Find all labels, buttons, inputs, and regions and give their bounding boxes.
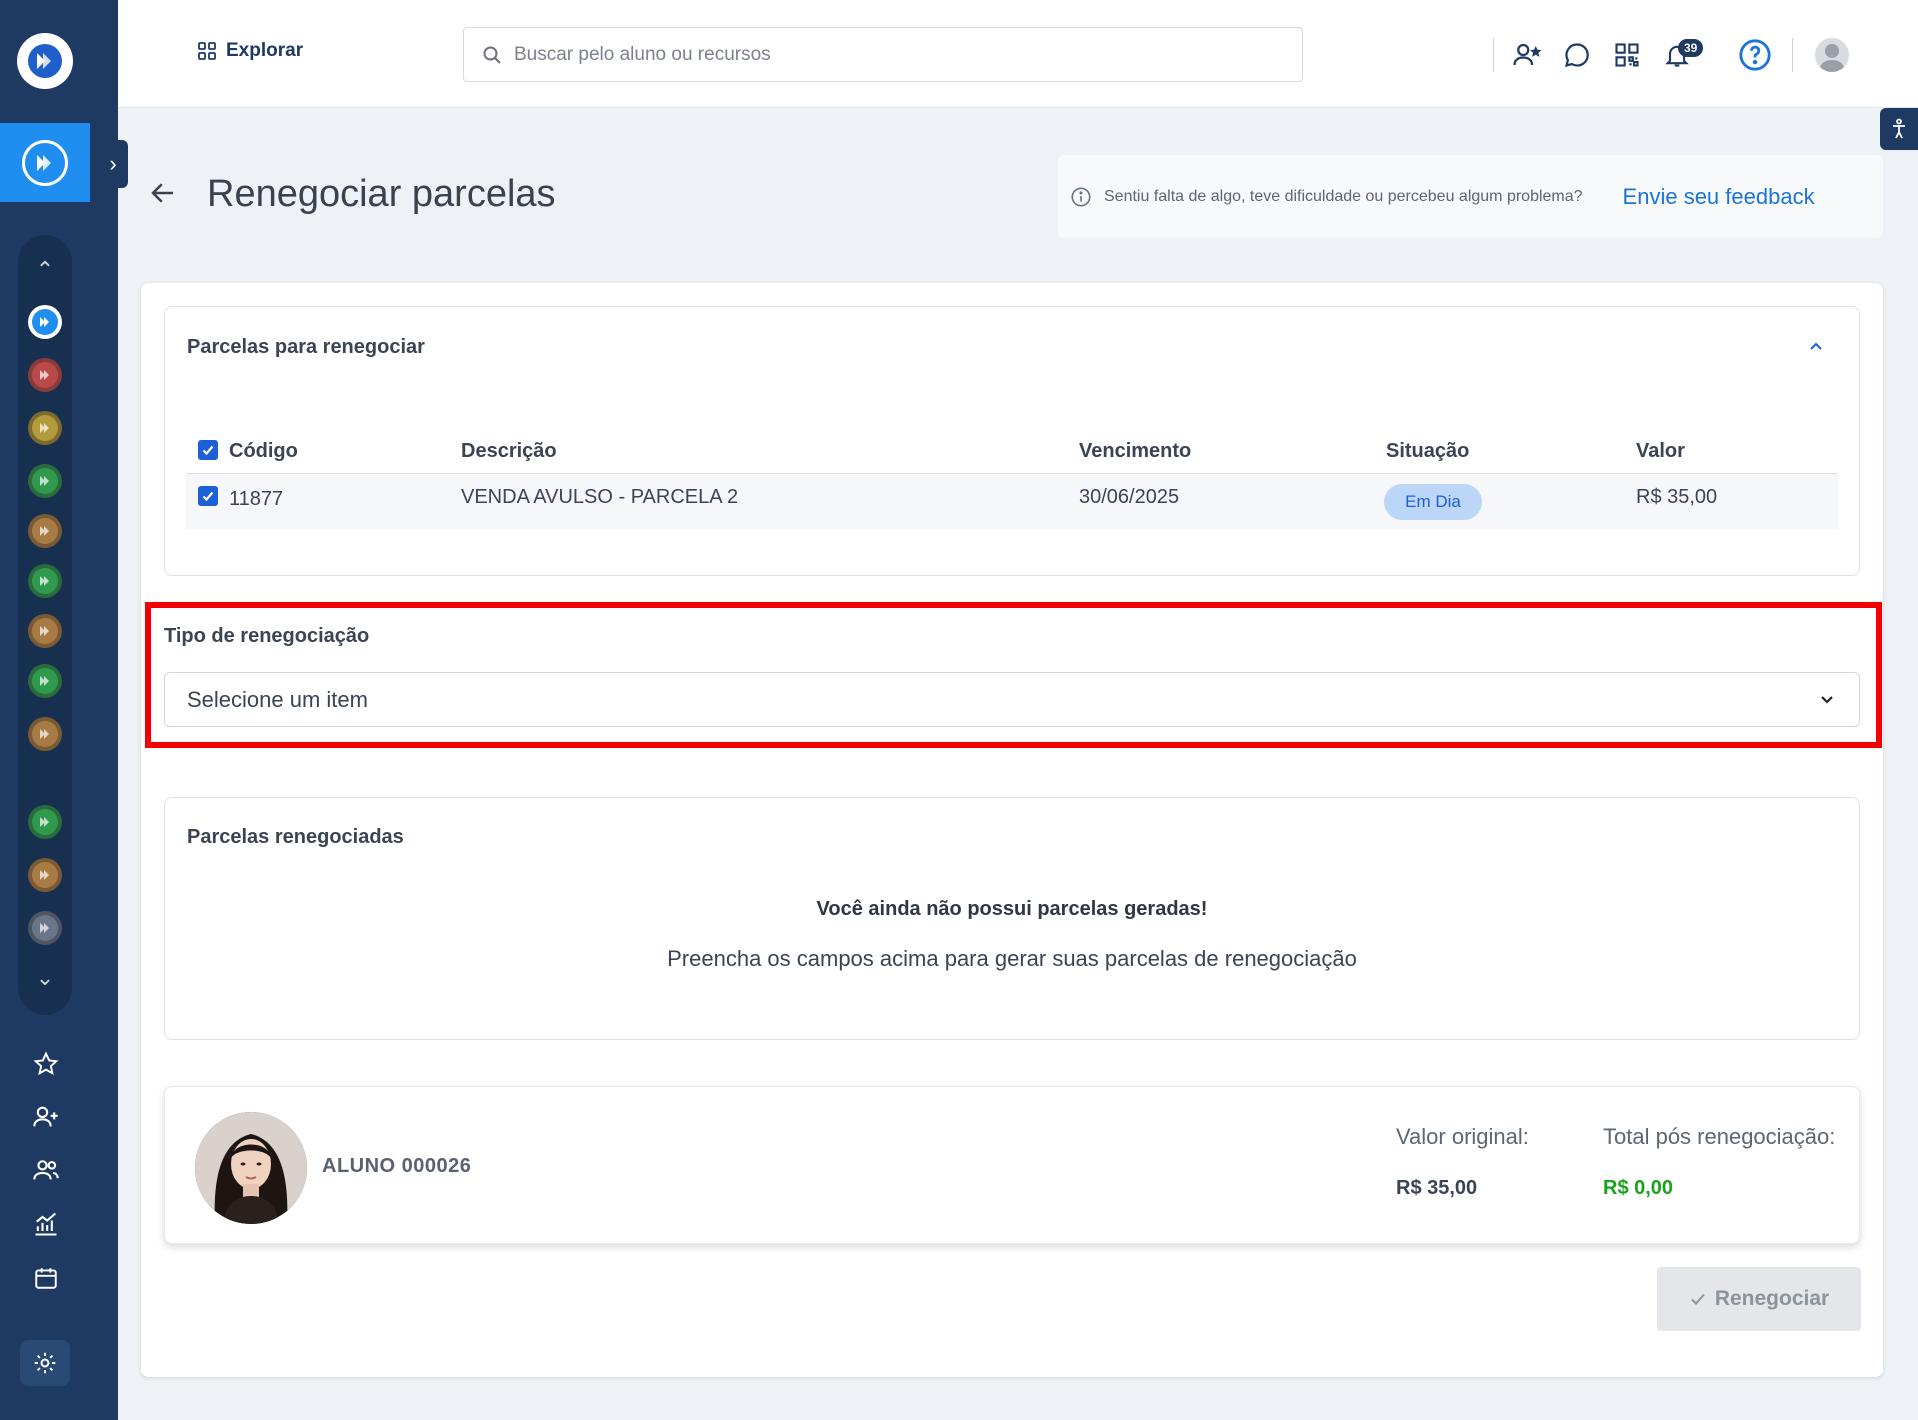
- cell-valor: R$ 35,00: [1636, 486, 1718, 508]
- collapse-chevron-icon[interactable]: [1806, 336, 1826, 356]
- people-icon[interactable]: [26, 1150, 66, 1190]
- search-box: [463, 27, 1303, 82]
- renegotiated-panel-title: Parcelas renegociadas: [187, 826, 404, 848]
- person-star-icon[interactable]: [1502, 30, 1552, 80]
- unit-logo-icon[interactable]: [28, 514, 62, 548]
- chevron-down-icon[interactable]: ⌄: [18, 965, 72, 991]
- sidebar: ⌃ ⌄: [0, 0, 118, 1420]
- original-value-label: Valor original:: [1396, 1124, 1529, 1149]
- column-header-descricao: Descrição: [461, 440, 557, 462]
- feedback-link[interactable]: Envie seu feedback: [1623, 184, 1815, 210]
- add-person-icon[interactable]: [26, 1097, 66, 1137]
- chevron-right-icon: ›: [109, 151, 117, 176]
- student-name: ALUNO 000026: [322, 1155, 472, 1177]
- divider: [1493, 38, 1494, 72]
- renegotiation-type-select[interactable]: Selecione um item: [164, 672, 1860, 727]
- cell-codigo: 11877: [229, 488, 284, 510]
- row-checkbox[interactable]: [198, 486, 218, 506]
- feedback-text: Sentiu falta de algo, teve dificuldade o…: [1104, 187, 1583, 205]
- grid-icon: [198, 42, 216, 60]
- unit-logo-icon[interactable]: [28, 411, 62, 445]
- feedback-banner: Sentiu falta de algo, teve dificuldade o…: [1058, 155, 1883, 238]
- calendar-icon[interactable]: [26, 1258, 66, 1298]
- search-input[interactable]: [514, 43, 1274, 66]
- chat-icon[interactable]: [1552, 30, 1602, 80]
- empty-state-title: Você ainda não possui parcelas geradas!: [816, 898, 1208, 920]
- student-avatar: [195, 1112, 307, 1224]
- installments-table-header: Código Descrição Vencimento Situação Val…: [186, 430, 1838, 474]
- select-placeholder: Selecione um item: [187, 686, 368, 712]
- unit-logo-icon[interactable]: [28, 717, 62, 751]
- info-icon: [1071, 186, 1091, 207]
- unit-logo-icon[interactable]: [28, 464, 62, 498]
- bell-icon[interactable]: 39: [1652, 30, 1704, 80]
- help-icon[interactable]: [1730, 30, 1780, 80]
- unit-logo-icon[interactable]: [28, 564, 62, 598]
- table-row[interactable]: 11877 VENDA AVULSO - PARCELA 2 30/06/202…: [186, 474, 1838, 529]
- original-value: R$ 35,00: [1396, 1177, 1478, 1199]
- column-header-vencimento: Vencimento: [1079, 440, 1192, 462]
- unit-logo-icon[interactable]: [28, 305, 62, 339]
- unit-switcher: ⌃ ⌄: [18, 235, 72, 1015]
- column-header-situacao: Situação: [1386, 440, 1470, 462]
- page-title: Renegociar parcelas: [207, 173, 556, 215]
- unit-logo-icon[interactable]: [28, 614, 62, 648]
- notification-badge: 39: [1678, 39, 1704, 57]
- back-arrow-icon[interactable]: [148, 178, 178, 208]
- renegotiation-type-label: Tipo de renegociação: [164, 625, 370, 647]
- explore-button[interactable]: Explorar: [198, 40, 303, 62]
- user-avatar[interactable]: [1807, 30, 1857, 80]
- unit-logo-icon[interactable]: [28, 911, 62, 945]
- cell-vencimento: 30/06/2025: [1079, 486, 1180, 508]
- status-badge: Em Dia: [1384, 484, 1482, 520]
- current-unit-logo[interactable]: [0, 123, 90, 202]
- qr-code-icon[interactable]: [1602, 30, 1652, 80]
- select-all-checkbox[interactable]: [198, 440, 218, 460]
- unit-logo-icon[interactable]: [28, 664, 62, 698]
- check-icon: [1691, 1293, 1705, 1305]
- expand-sidebar-button[interactable]: ›: [98, 140, 128, 188]
- top-actions: 39: [1493, 30, 1857, 80]
- search-icon: [483, 46, 501, 64]
- total-after-value: R$ 0,00: [1603, 1177, 1674, 1199]
- star-icon[interactable]: [26, 1044, 66, 1084]
- divider: [1792, 38, 1793, 72]
- unit-logo-icon[interactable]: [28, 805, 62, 839]
- accessibility-icon[interactable]: [1880, 108, 1918, 150]
- app-logo-icon[interactable]: [17, 33, 73, 89]
- explore-label: Explorar: [226, 40, 304, 61]
- renegotiate-button[interactable]: Renegociar: [1657, 1267, 1861, 1331]
- student-summary-card: ALUNO 000026 Valor original: R$ 35,00 To…: [164, 1086, 1860, 1244]
- cell-descricao: VENDA AVULSO - PARCELA 2: [461, 486, 739, 508]
- chart-icon[interactable]: [26, 1204, 66, 1244]
- chevron-down-icon: [1817, 689, 1837, 715]
- total-after-label: Total pós renegociação:: [1603, 1124, 1836, 1149]
- unit-logo-icon[interactable]: [28, 858, 62, 892]
- column-header-codigo: Código: [229, 440, 298, 462]
- renegotiate-label: Renegociar: [1714, 1287, 1830, 1310]
- top-bar: Explorar 39: [118, 0, 1918, 108]
- empty-state-subtitle: Preencha os campos acima para gerar suas…: [667, 946, 1357, 971]
- chevron-up-icon[interactable]: ⌃: [18, 257, 72, 283]
- installments-panel-title: Parcelas para renegociar: [187, 336, 425, 358]
- column-header-valor: Valor: [1636, 440, 1685, 462]
- unit-logo-icon[interactable]: [28, 358, 62, 392]
- gear-icon[interactable]: [20, 1340, 70, 1386]
